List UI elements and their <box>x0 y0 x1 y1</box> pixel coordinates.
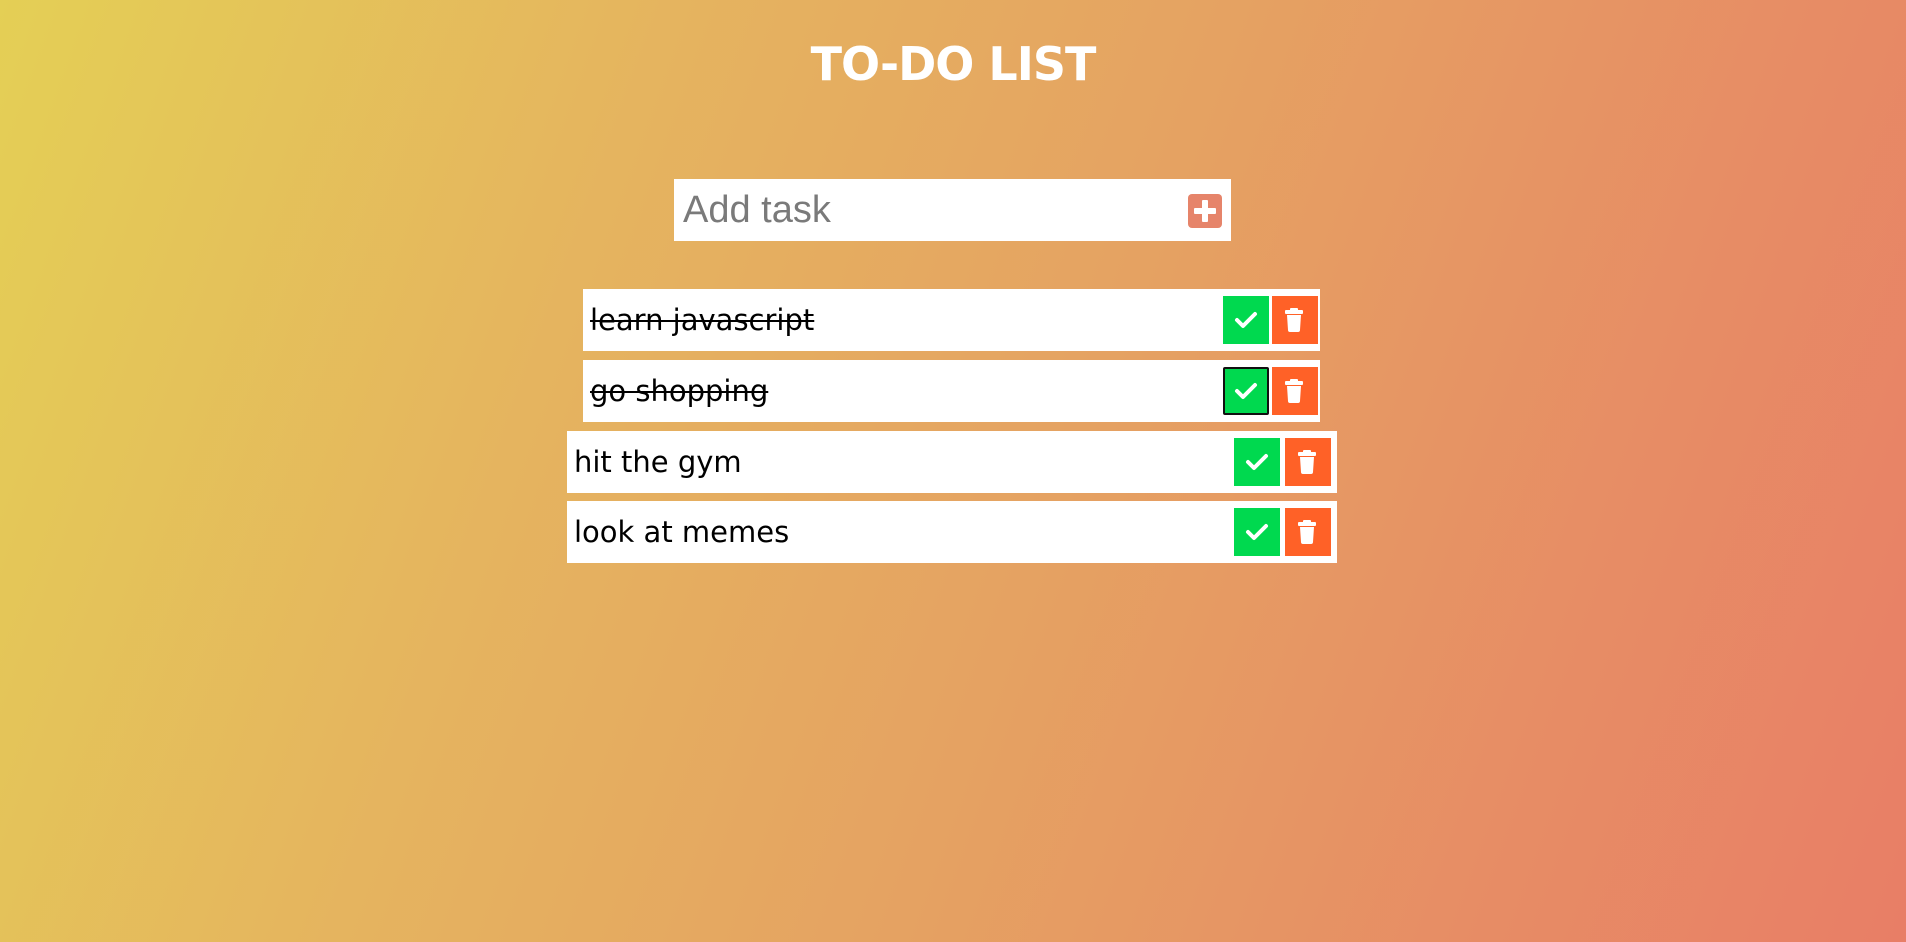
delete-button[interactable] <box>1272 367 1318 415</box>
complete-button[interactable] <box>1223 296 1269 344</box>
complete-button[interactable] <box>1234 438 1280 486</box>
task-item: look at memes <box>567 501 1337 563</box>
task-text: learn javascript <box>590 303 815 337</box>
add-task-button[interactable] <box>1188 194 1222 228</box>
todo-app: TO-DO LIST learn javascript go shopping <box>0 0 1906 942</box>
trash-icon <box>1285 379 1303 403</box>
task-item: go shopping <box>583 360 1320 422</box>
delete-button[interactable] <box>1272 296 1318 344</box>
complete-button[interactable] <box>1234 508 1280 556</box>
check-icon <box>1235 383 1257 399</box>
task-text: go shopping <box>590 374 769 408</box>
task-item: hit the gym <box>567 431 1337 493</box>
task-item: learn javascript <box>583 289 1320 351</box>
task-text: look at memes <box>574 515 790 549</box>
trash-icon <box>1298 450 1316 474</box>
delete-button[interactable] <box>1285 508 1331 556</box>
check-icon <box>1246 524 1268 540</box>
task-text: hit the gym <box>574 445 742 479</box>
plus-square-icon <box>1194 200 1216 222</box>
delete-button[interactable] <box>1285 438 1331 486</box>
trash-icon <box>1285 308 1303 332</box>
check-icon <box>1246 454 1268 470</box>
check-icon <box>1235 312 1257 328</box>
add-task-input[interactable] <box>674 179 1154 241</box>
complete-button[interactable] <box>1223 367 1269 415</box>
trash-icon <box>1298 520 1316 544</box>
page-title: TO-DO LIST <box>810 37 1097 91</box>
add-task-form <box>674 179 1231 241</box>
